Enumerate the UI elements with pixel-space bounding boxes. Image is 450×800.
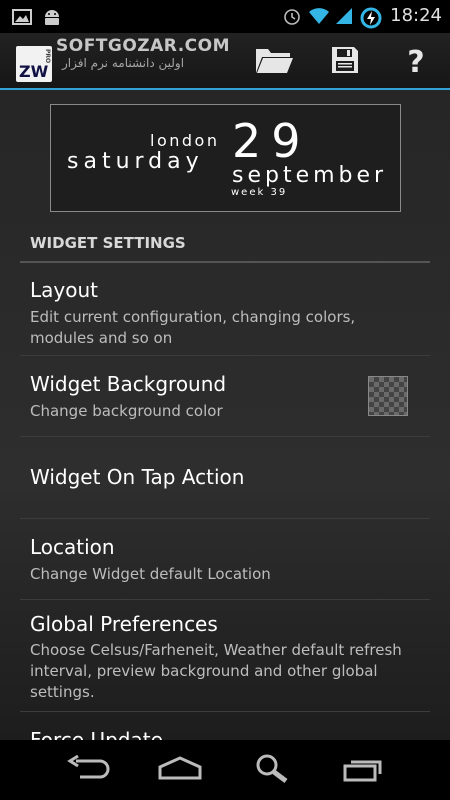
- home-button[interactable]: [150, 750, 210, 790]
- pref-layout[interactable]: Layout Edit current configuration, chang…: [20, 264, 430, 354]
- app-logo[interactable]: ZW PRO: [16, 46, 52, 82]
- navigation-bar: [0, 740, 450, 800]
- recent-apps-button[interactable]: [334, 750, 394, 790]
- search-icon: [254, 753, 290, 787]
- wifi-icon: [308, 7, 330, 25]
- folder-open-icon: [254, 45, 294, 79]
- background-color-swatch[interactable]: [368, 376, 408, 416]
- widget-preview-month: september: [232, 163, 388, 188]
- widget-preview-day: 29: [232, 114, 311, 168]
- back-button[interactable]: [58, 750, 118, 790]
- widget-preview-weekday: saturday: [67, 149, 204, 174]
- pref-widget-background-title: Widget Background: [30, 372, 227, 396]
- sync-battery-icon: [360, 7, 382, 28]
- help-icon: ?: [407, 44, 425, 80]
- back-icon: [66, 754, 110, 785]
- pref-widget-background-summary: Change background color: [30, 402, 223, 420]
- section-header-widget-settings: WIDGET SETTINGS: [30, 234, 186, 252]
- alarm-icon: [282, 7, 302, 25]
- save-button[interactable]: [321, 42, 369, 82]
- pref-force-update[interactable]: Force Update: [20, 712, 430, 740]
- pref-location-summary: Change Widget default Location: [30, 565, 271, 583]
- signal-icon: [334, 7, 354, 25]
- pref-location-title: Location: [30, 535, 115, 559]
- home-icon: [156, 755, 204, 785]
- clock-time: 18:24: [390, 5, 442, 26]
- pref-layout-summary: Edit current configuration, changing col…: [30, 308, 356, 347]
- pref-global-preferences-summary: Choose Celsus/Farheneit, Weather default…: [30, 641, 402, 701]
- status-bar: 18:24: [0, 0, 450, 33]
- widget-preview[interactable]: london saturday 29 september week 39: [50, 104, 401, 212]
- pref-layout-title: Layout: [30, 278, 98, 302]
- section-divider: [20, 261, 430, 263]
- pref-widget-tap-action-title: Widget On Tap Action: [30, 465, 245, 489]
- app-logo-badge: PRO: [44, 49, 51, 64]
- open-button[interactable]: [250, 42, 298, 82]
- help-button[interactable]: ?: [392, 42, 440, 82]
- recent-apps-icon: [342, 754, 386, 786]
- settings-content[interactable]: london saturday 29 september week 39 WID…: [0, 90, 450, 740]
- watermark-title: SOFTGOZAR.COM: [56, 36, 231, 56]
- save-icon: [330, 45, 360, 79]
- image-notification-icon: [12, 8, 32, 26]
- android-notification-icon: [42, 8, 62, 26]
- widget-preview-city: london: [150, 131, 220, 150]
- pref-global-preferences[interactable]: Global Preferences Choose Celsus/Farhene…: [20, 600, 430, 710]
- pref-force-update-title: Force Update: [30, 728, 163, 740]
- search-button[interactable]: [242, 750, 302, 790]
- watermark-subtitle: اولین دانشنامه نرم افزار: [62, 56, 185, 70]
- pref-location[interactable]: Location Change Widget default Location: [20, 519, 430, 599]
- pref-global-preferences-title: Global Preferences: [30, 612, 218, 636]
- widget-preview-week: week 39: [231, 187, 288, 198]
- pref-widget-tap-action[interactable]: Widget On Tap Action: [20, 437, 430, 517]
